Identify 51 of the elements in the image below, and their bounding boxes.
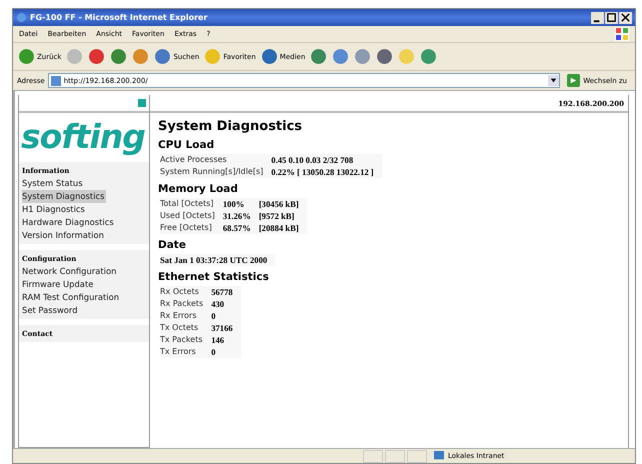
nav-link[interactable]: RAM Test Configuration: [22, 291, 120, 304]
maximize-icon[interactable]: [605, 12, 618, 24]
table-cell: Rx Errors: [160, 310, 212, 322]
status-panel: [363, 450, 383, 462]
status-panel: [385, 450, 405, 462]
table-cell: 31.26%: [222, 210, 259, 222]
section-title: CPU Load: [158, 139, 216, 151]
table-cell: System Running[s]/Idle[s]: [160, 166, 272, 178]
table-cell: 100%: [222, 198, 259, 210]
table-cell: 146: [211, 334, 241, 346]
table-cell: 37166: [211, 322, 241, 334]
close-icon[interactable]: [619, 12, 632, 24]
nav-link[interactable]: Version Information: [22, 229, 105, 242]
page-title: System Diagnostics: [158, 119, 304, 134]
window-title: FG-100 FF - Microsoft Internet Explorer: [30, 13, 208, 22]
nav-link[interactable]: System Diagnostics: [22, 190, 106, 203]
square-marker: [138, 99, 146, 107]
table-cell: Active Processes: [160, 154, 272, 166]
table-cell: 0.22% [ 13050.28 13022.12 ]: [271, 166, 382, 178]
table-cell: Total [Octets]: [160, 198, 223, 210]
nav-link[interactable]: H1 Diagnostics: [22, 203, 86, 216]
table-cell: Used [Octets]: [160, 210, 223, 222]
minimize-icon[interactable]: [591, 12, 604, 24]
table-cell: Tx Octets: [160, 322, 212, 334]
table-cell: [30456 kB]: [258, 198, 307, 210]
nav-link[interactable]: Set Password: [22, 304, 79, 317]
table-cell: Sat Jan 1 03:37:28 UTC 2000: [160, 254, 276, 266]
table-cell: Rx Octets: [160, 286, 212, 298]
table-cell: 0: [211, 346, 241, 358]
table-cell: 0: [211, 310, 241, 322]
nav-link[interactable]: Network Configuration: [22, 265, 118, 278]
nav-link[interactable]: Firmware Update: [22, 278, 94, 291]
table-cell: Tx Packets: [160, 334, 212, 346]
section-title: Date: [158, 239, 187, 251]
table-cell: 68.57%: [222, 222, 259, 234]
section-title: Ethernet Statistics: [158, 271, 270, 283]
nav-link[interactable]: System Status: [22, 177, 84, 190]
table-cell: 56778: [211, 286, 241, 298]
nav-link[interactable]: Hardware Diagnostics: [22, 216, 115, 229]
table-cell: [9572 kB]: [258, 210, 307, 222]
dropdown-icon[interactable]: [548, 75, 560, 86]
table-cell: 430: [211, 298, 241, 310]
logo: softing: [20, 116, 146, 158]
table-cell: [20884 kB]: [258, 222, 307, 234]
status-panel: [407, 450, 427, 462]
section-title: Memory Load: [158, 183, 239, 195]
table-cell: Rx Packets: [160, 298, 212, 310]
windows-logo-icon: [615, 27, 629, 41]
table-cell: Tx Errors: [160, 346, 212, 358]
table-cell: Free [Octets]: [160, 222, 223, 234]
table-cell: 0.45 0.10 0.03 2/32 708: [271, 154, 382, 166]
